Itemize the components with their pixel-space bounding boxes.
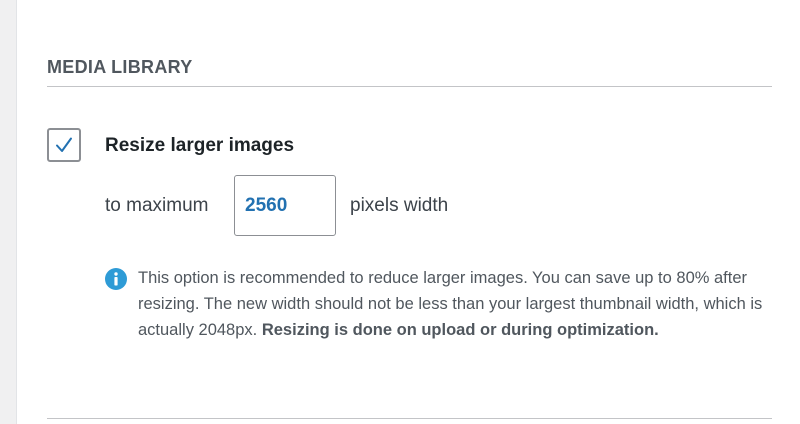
info-emphasis: Resizing is done on upload or during opt… (261, 321, 659, 339)
section-title: MEDIA LIBRARY (47, 57, 193, 77)
max-width-suffix-label: pixels width (350, 195, 449, 216)
resize-info-text: This option is recommended to reduce lar… (138, 265, 778, 343)
resize-images-checkbox[interactable] (47, 128, 81, 162)
max-width-input[interactable] (234, 175, 336, 236)
resize-images-label[interactable]: Resize larger images (105, 135, 294, 157)
section-divider-bottom (47, 418, 772, 419)
info-icon (105, 268, 127, 290)
max-width-prefix-label: to maximum (105, 195, 209, 216)
section-divider-top (47, 86, 772, 87)
settings-panel: MEDIA LIBRARY Resize larger images to ma… (16, 0, 800, 424)
checkmark-icon (56, 137, 72, 152)
